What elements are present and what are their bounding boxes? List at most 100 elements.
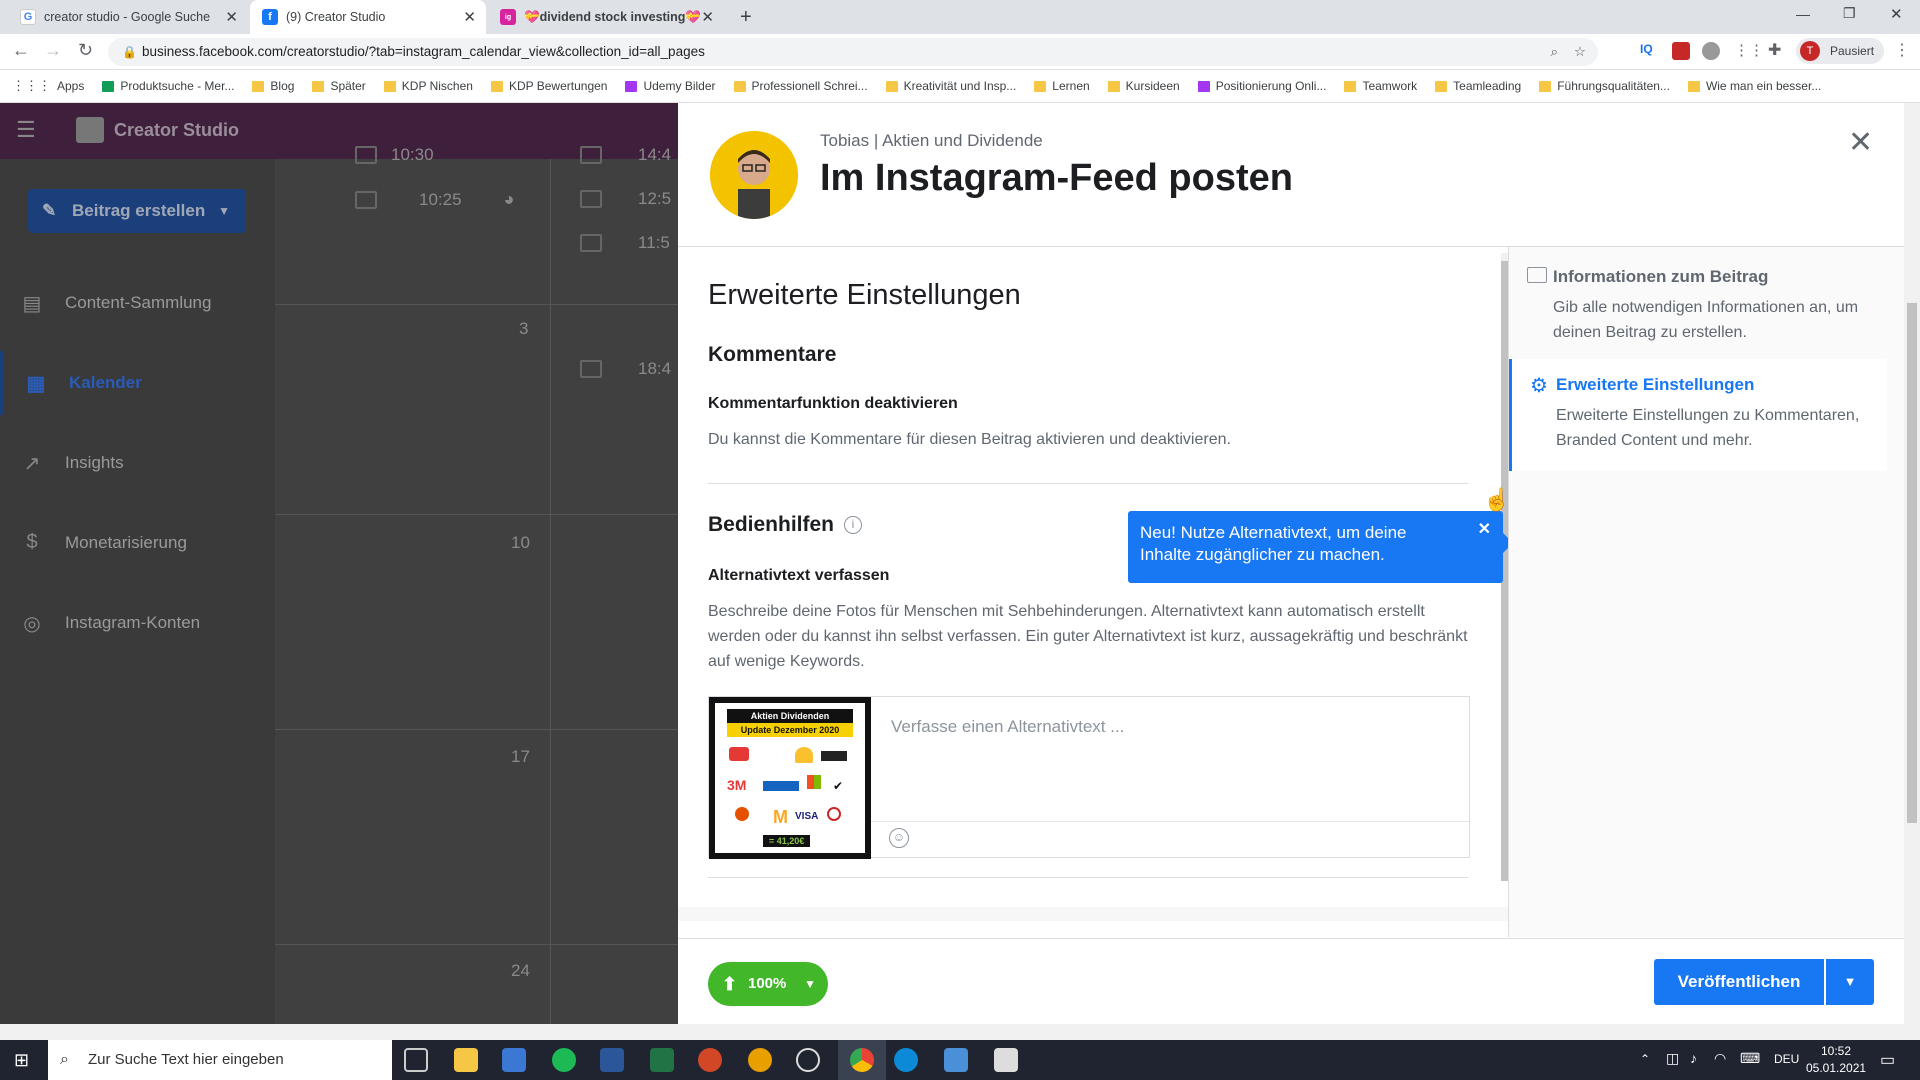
bookmark[interactable]: Wie man ein besser... [1687, 79, 1821, 93]
star-icon[interactable]: ☆ [1574, 38, 1586, 66]
create-post-button[interactable]: ✎ Beitrag erstellen ▼ [28, 189, 246, 233]
windows-start-icon[interactable]: ⊞ [14, 1050, 29, 1071]
emoji-icon[interactable]: ☺ [889, 828, 909, 848]
sidebar-item-label: Kalender [69, 373, 142, 392]
close-icon[interactable]: ✕ [225, 8, 238, 26]
bookmark[interactable]: Lernen [1034, 79, 1090, 93]
browser-tab-active[interactable]: f (9) Creator Studio ✕ [250, 0, 486, 34]
puzzle-icon[interactable]: ✚ [1768, 40, 1781, 60]
close-window-icon[interactable]: ✕ [1890, 5, 1903, 23]
extension-icon[interactable] [1702, 42, 1720, 60]
sidebar-item-instagram-accounts[interactable]: ◎ Instagram-Konten [0, 591, 275, 655]
info-icon[interactable]: i [844, 516, 862, 534]
app-icon[interactable] [748, 1048, 772, 1072]
bookmark[interactable]: KDP Bewertungen [490, 79, 607, 93]
nav-item-description: Gib alle notwendigen Informationen an, u… [1553, 299, 1859, 341]
grid-icon[interactable]: ⋮⋮ [1734, 41, 1764, 59]
taskbar-active-app[interactable] [838, 1040, 886, 1080]
app-icon[interactable] [944, 1048, 968, 1072]
sidebar-item-insights[interactable]: ↗ Insights [0, 431, 275, 495]
extension-icon[interactable] [1672, 42, 1690, 60]
scrollbar-thumb[interactable] [1907, 303, 1917, 823]
new-tab-icon[interactable]: + [740, 6, 752, 29]
reload-icon[interactable]: ↻ [78, 40, 93, 61]
publish-button[interactable]: Veröffentlichen [1654, 959, 1824, 1005]
network-icon[interactable]: ◫ [1666, 1050, 1679, 1067]
bookmark[interactable]: Teamleading [1435, 79, 1521, 93]
file-explorer-icon[interactable] [454, 1048, 478, 1072]
bookmark[interactable]: Produktsuche - Mer... [102, 79, 234, 93]
calendar-post[interactable]: 12:5 [580, 189, 671, 209]
browser-tab[interactable]: G creator studio - Google Suche ✕ [8, 0, 248, 34]
app-icon[interactable] [994, 1048, 1018, 1072]
publish-options-button[interactable]: ▼ [1826, 959, 1874, 1005]
image-thumbnail-icon [580, 234, 602, 252]
restore-icon[interactable]: ❐ [1843, 5, 1856, 22]
wifi-icon[interactable]: ◠ [1714, 1050, 1726, 1067]
calendar-post[interactable]: 10:25 ◕ [355, 189, 514, 210]
upload-progress-button[interactable]: ⬆ 100% ▼ [708, 962, 828, 1006]
taskbar-search-input[interactable]: ⌕ Zur Suche Text hier eingeben [48, 1040, 392, 1080]
address-bar[interactable]: 🔒 business.facebook.com/creatorstudio/?t… [108, 38, 1598, 66]
calendar-post[interactable]: 18:4 [580, 359, 671, 379]
back-icon[interactable]: ← [12, 40, 30, 61]
clock[interactable]: 10:52 05.01.2021 [1806, 1043, 1866, 1077]
sidebar-item-calendar[interactable]: ▦ Kalender [0, 351, 275, 415]
bookmark[interactable]: Kursideen [1107, 79, 1180, 93]
forward-icon[interactable]: → [44, 40, 62, 61]
bookmark[interactable]: Positionierung Onli... [1197, 79, 1326, 93]
chevron-up-icon[interactable]: ⌃ [1640, 1052, 1650, 1066]
powerpoint-icon[interactable] [698, 1048, 722, 1072]
calendar-post[interactable]: 11:5 [580, 233, 670, 253]
bookmark-apps[interactable]: ⋮⋮⋮ Apps [12, 78, 84, 94]
excel-icon[interactable] [650, 1048, 674, 1072]
edge-icon[interactable] [894, 1048, 918, 1072]
horizontal-scrollbar[interactable] [678, 907, 1508, 921]
hamburger-menu-icon[interactable]: ☰ [16, 117, 36, 143]
bookmark[interactable]: KDP Nischen [383, 79, 473, 93]
bookmark[interactable]: Professionell Schrei... [733, 79, 868, 93]
browser-tab[interactable]: ig 💝dividend stock investing💝 ✕ [488, 0, 724, 34]
bookmark[interactable]: Später [312, 79, 366, 93]
profile-button[interactable]: T Pausiert [1796, 38, 1884, 64]
divider [708, 483, 1468, 484]
post-time: 12:5 [638, 189, 672, 208]
language-indicator[interactable]: DEU [1774, 1052, 1799, 1066]
windows-taskbar: ⊞ ⌕ Zur Suche Text hier eingeben ⌃ ◫ ♪ ◠… [0, 1040, 1920, 1080]
spotify-icon[interactable] [552, 1048, 576, 1072]
word-icon[interactable] [600, 1048, 624, 1072]
mcdonalds-logo-icon: M [773, 807, 788, 827]
calendar-post[interactable]: 10:30 [355, 145, 434, 165]
keyboard-icon[interactable]: ⌨ [1740, 1050, 1760, 1067]
extension-iq-icon[interactable]: IQ [1640, 42, 1653, 56]
minimize-icon[interactable]: — [1796, 6, 1810, 22]
nav-item-advanced-settings[interactable]: ⚙ Erweiterte Einstellungen Erweiterte Ei… [1509, 359, 1887, 471]
bookmark[interactable]: Führungsqualitäten... [1539, 79, 1670, 93]
page-horizontal-scrollbar[interactable] [0, 1024, 1920, 1040]
app-icon[interactable] [796, 1048, 820, 1072]
volume-icon[interactable]: ♪ [1690, 1050, 1697, 1066]
notification-icon[interactable]: ▭ [1880, 1050, 1895, 1070]
page-scrollbar[interactable] [1904, 103, 1920, 1024]
brand-logo-icon [827, 807, 841, 821]
close-icon[interactable]: ✕ [701, 8, 714, 26]
bookmark[interactable]: Teamwork [1344, 79, 1417, 93]
bookmark[interactable]: Udemy Bilder [625, 79, 716, 93]
image-caption-subtitle: Update Dezember 2020 [727, 723, 853, 737]
calendar-post[interactable]: 14:4 [580, 145, 671, 165]
nav-item-post-info[interactable]: Informationen zum Beitrag Gib alle notwe… [1509, 251, 1887, 363]
bookmark[interactable]: Kreativität und Insp... [885, 79, 1016, 93]
alt-text-input[interactable]: Verfasse einen Alternativtext ... [871, 697, 1469, 821]
sidebar-item-monetization[interactable]: $ Monetarisierung [0, 511, 275, 575]
menu-icon[interactable]: ⋮ [1894, 40, 1910, 60]
brand-logo-icon [735, 807, 749, 821]
close-icon[interactable]: ✕ [463, 8, 476, 26]
close-tooltip-icon[interactable]: ✕ [1478, 519, 1491, 541]
udemy-icon [625, 80, 638, 92]
mail-icon[interactable] [502, 1048, 526, 1072]
bookmark[interactable]: Blog [252, 79, 294, 93]
close-dialog-icon[interactable]: ✕ [1848, 125, 1873, 160]
task-view-icon[interactable] [404, 1048, 428, 1072]
zoom-icon[interactable]: ⌕ [1550, 38, 1558, 66]
sidebar-item-content[interactable]: ▤ Content-Sammlung [0, 271, 275, 335]
